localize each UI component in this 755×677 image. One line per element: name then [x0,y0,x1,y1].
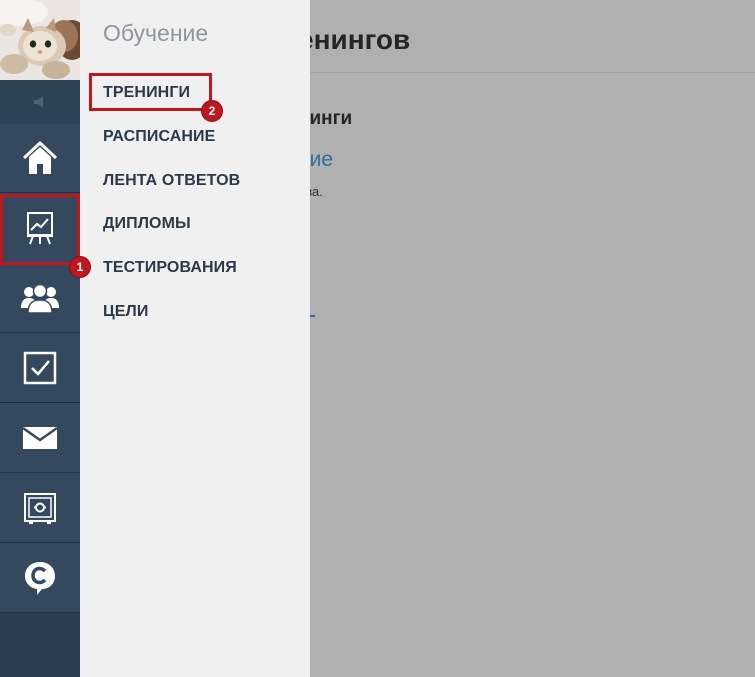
step-badge-2: 2 [201,100,223,122]
submenu-item-schedule[interactable]: РАСПИСАНИЕ [103,128,215,146]
coin-icon [25,562,55,595]
mail-icon [22,426,58,449]
rail-item-sound[interactable] [0,80,80,125]
submenu-title: Обучение [103,20,209,46]
training-chart-icon [27,212,53,245]
rail-item-people[interactable] [0,264,80,333]
submenu-item-diplomas[interactable]: ДИПЛОМЫ [103,215,191,233]
speaker-icon [34,96,43,108]
safe-icon [24,493,56,524]
avatar-cat-image [0,0,80,80]
training-description: ова. [310,184,323,199]
rail-item-coins[interactable] [0,544,80,613]
learning-submenu: Обучение ТРЕНИНГИ РАСПИСАНИЕ ЛЕНТА ОТВЕТ… [80,0,310,677]
step-badge-1: 1 [69,256,91,278]
section-heading: нинги [310,108,353,129]
training-link[interactable]: ние [310,148,333,172]
rail-item-safe[interactable] [0,474,80,543]
rail-item-tasks[interactable] [0,334,80,403]
rail-item-training[interactable] [0,193,80,264]
sidebar-rail [0,0,80,677]
page-heading: енингов [310,24,411,55]
background-page: енингов нинги ние ова. [310,0,755,677]
people-icon [21,283,59,314]
link-underline[interactable] [310,315,315,317]
checkbox-icon [23,351,57,385]
submenu-item-goals[interactable]: ЦЕЛИ [103,303,149,321]
home-icon [22,141,58,174]
submenu-item-answer-feed[interactable]: ЛЕНТА ОТВЕТОВ [103,172,240,190]
submenu-item-tests[interactable]: ТЕСТИРОВАНИЯ [103,259,237,277]
heading-divider [310,72,755,73]
submenu-item-trainings[interactable]: ТРЕНИНГИ [103,84,190,102]
avatar[interactable] [0,0,80,80]
rail-empty-area [0,613,80,677]
rail-item-home[interactable] [0,124,80,193]
rail-item-mail[interactable] [0,404,80,473]
